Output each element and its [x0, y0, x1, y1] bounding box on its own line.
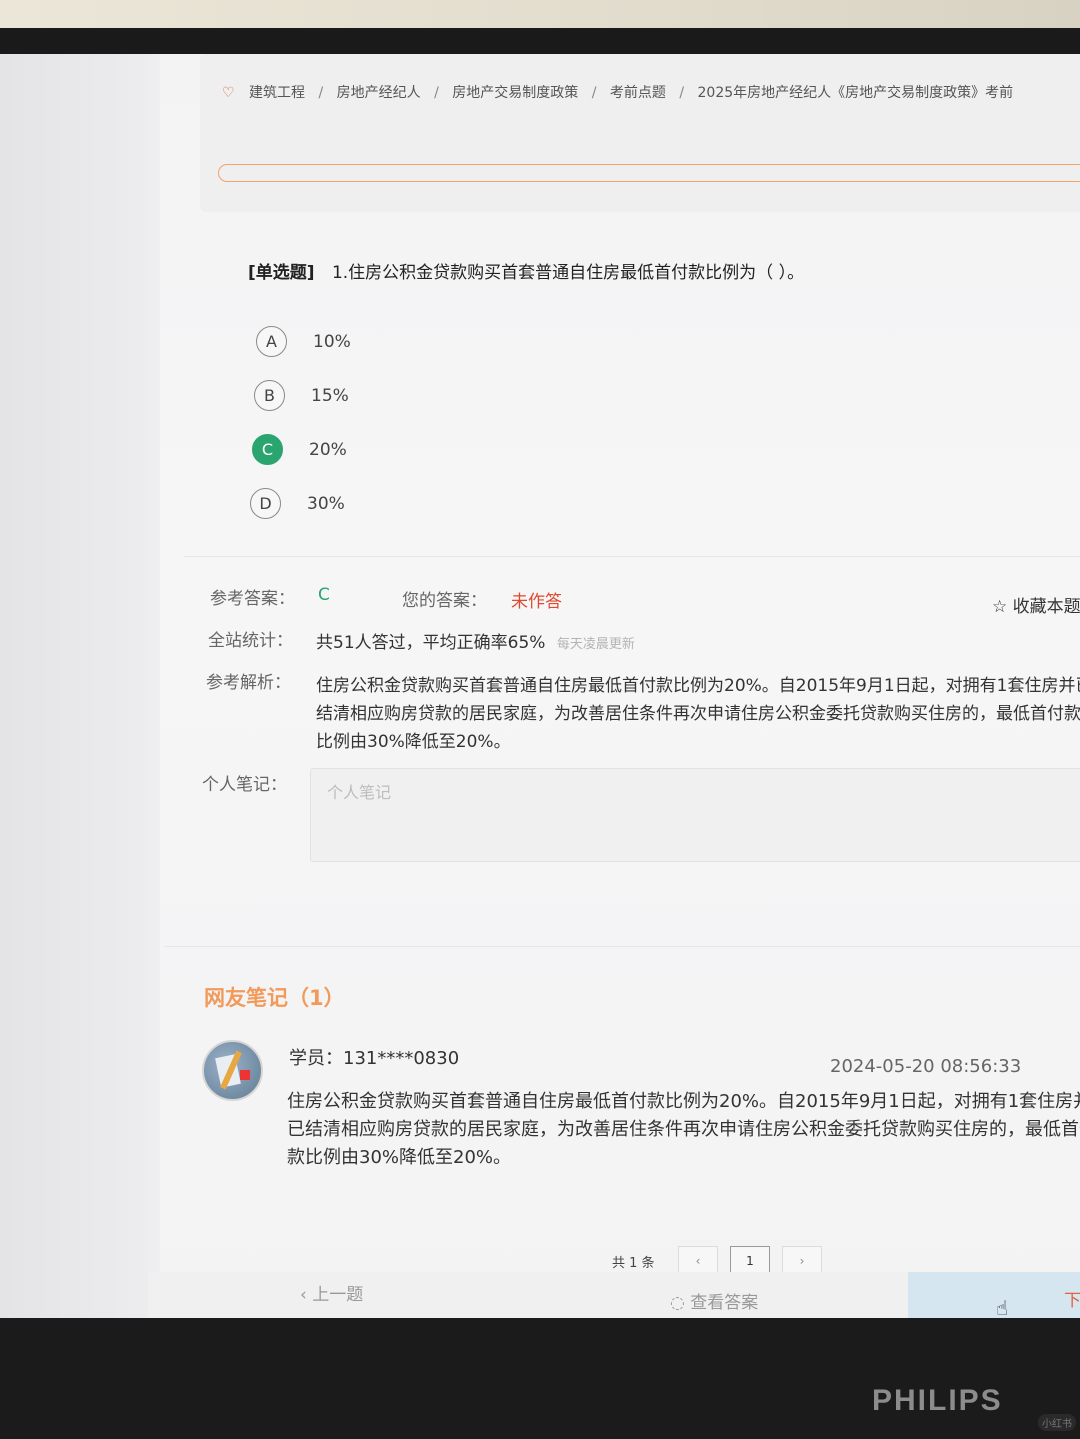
stats-text: 共51人答过，平均正确率65% — [316, 633, 546, 653]
progress-bar — [218, 164, 1080, 182]
chevron-left-icon: ‹ — [300, 1285, 313, 1305]
mouse-cursor-icon: ☝ — [996, 1296, 1009, 1320]
chat-icon: ◌ — [670, 1293, 685, 1313]
note-timestamp: 2024-05-20 08:56:33 — [830, 1056, 1022, 1077]
divider — [164, 946, 1080, 947]
location-icon: ♡ — [222, 85, 235, 101]
analysis-label: 参考解析： — [206, 673, 291, 693]
analysis-text: 住房公积金贷款购买首套普通自住房最低首付款比例为20%。自2015年9月1日起，… — [316, 676, 1080, 752]
question-type: [单选题] — [248, 263, 315, 283]
option-letter[interactable]: D — [250, 488, 281, 519]
monitor-bezel-top — [0, 28, 1080, 56]
option-a[interactable]: A 10% — [256, 326, 351, 357]
option-text[interactable]: 15% — [311, 386, 349, 406]
avatar — [202, 1040, 263, 1101]
favorite-button[interactable]: ☆ 收藏本题 — [992, 592, 1080, 617]
watermark: 小红书 — [1038, 1414, 1076, 1431]
option-letter[interactable]: A — [256, 326, 287, 357]
next-question-label: 下一题 — [1064, 1291, 1080, 1311]
note-username: 学员：131****0830 — [289, 1048, 460, 1069]
stats-label: 全站统计： — [208, 631, 293, 651]
question-stem: 1.住房公积金贷款购买首套普通自住房最低首付款比例为（ ）。 — [331, 263, 805, 283]
option-text[interactable]: 20% — [309, 440, 347, 460]
wall-background — [0, 0, 1080, 30]
breadcrumb-item[interactable]: 房地产经纪人 — [337, 85, 421, 101]
stats-value: 共51人答过，平均正确率65% 每天凌晨更新 — [316, 628, 635, 653]
question-text: [单选题] 1.住房公积金贷款购买首套普通自住房最低首付款比例为（ ）。 — [248, 258, 804, 283]
header-card — [200, 54, 1080, 212]
note-content: 住房公积金贷款购买首套普通自住房最低首付款比例为20%。自2015年9月1日起，… — [287, 1091, 1080, 1168]
monitor-bezel-bottom — [0, 1318, 1080, 1439]
breadcrumb-separator: / — [679, 85, 685, 101]
option-text[interactable]: 10% — [313, 332, 351, 352]
next-question-button[interactable]: 下一题 — [908, 1272, 1080, 1318]
ref-answer-label: 参考答案： — [210, 589, 295, 609]
note-label: 个人笔记： — [202, 775, 287, 795]
breadcrumb-item[interactable]: 考前点题 — [610, 85, 666, 101]
your-answer-label: 您的答案： — [402, 591, 487, 611]
star-icon: ☆ — [992, 597, 1008, 617]
pagination-total: 共 1 条 — [612, 1256, 655, 1271]
option-letter-selected[interactable]: C — [252, 434, 283, 465]
prev-question-label: 上一题 — [312, 1285, 364, 1305]
divider — [184, 556, 1080, 557]
breadcrumb: ♡ 建筑工程 / 房地产经纪人 / 房地产交易制度政策 / 考前点题 / 202… — [222, 82, 1013, 102]
monitor-brand-logo: PHILIPS — [872, 1384, 1003, 1417]
option-b[interactable]: B 15% — [254, 380, 349, 411]
breadcrumb-item[interactable]: 房地产交易制度政策 — [452, 85, 578, 101]
view-answer-label: 查看答案 — [690, 1293, 759, 1313]
personal-note-input[interactable]: 个人笔记 — [310, 768, 1080, 862]
breadcrumb-item[interactable]: 2025年房地产经纪人《房地产交易制度政策》考前 — [698, 85, 1014, 101]
user-notes-title: 网友笔记（1） — [204, 986, 345, 1010]
view-answer-button[interactable]: ◌ 查看答案 — [670, 1288, 758, 1313]
option-c[interactable]: C 20% — [252, 434, 347, 465]
breadcrumb-item[interactable]: 建筑工程 — [249, 85, 305, 101]
breadcrumb-separator: / — [434, 85, 439, 101]
breadcrumb-separator: / — [318, 85, 324, 101]
stats-update-note: 每天凌晨更新 — [556, 637, 635, 652]
option-letter[interactable]: B — [254, 380, 285, 411]
breadcrumb-separator: / — [591, 85, 597, 101]
option-d[interactable]: D 30% — [250, 488, 345, 519]
ref-answer-value: C — [318, 585, 330, 605]
your-answer-value: 未作答 — [511, 592, 562, 612]
prev-question-button[interactable]: ‹ 上一题 — [300, 1280, 363, 1305]
favorite-label: 收藏本题 — [1012, 597, 1080, 617]
option-text[interactable]: 30% — [307, 494, 345, 514]
